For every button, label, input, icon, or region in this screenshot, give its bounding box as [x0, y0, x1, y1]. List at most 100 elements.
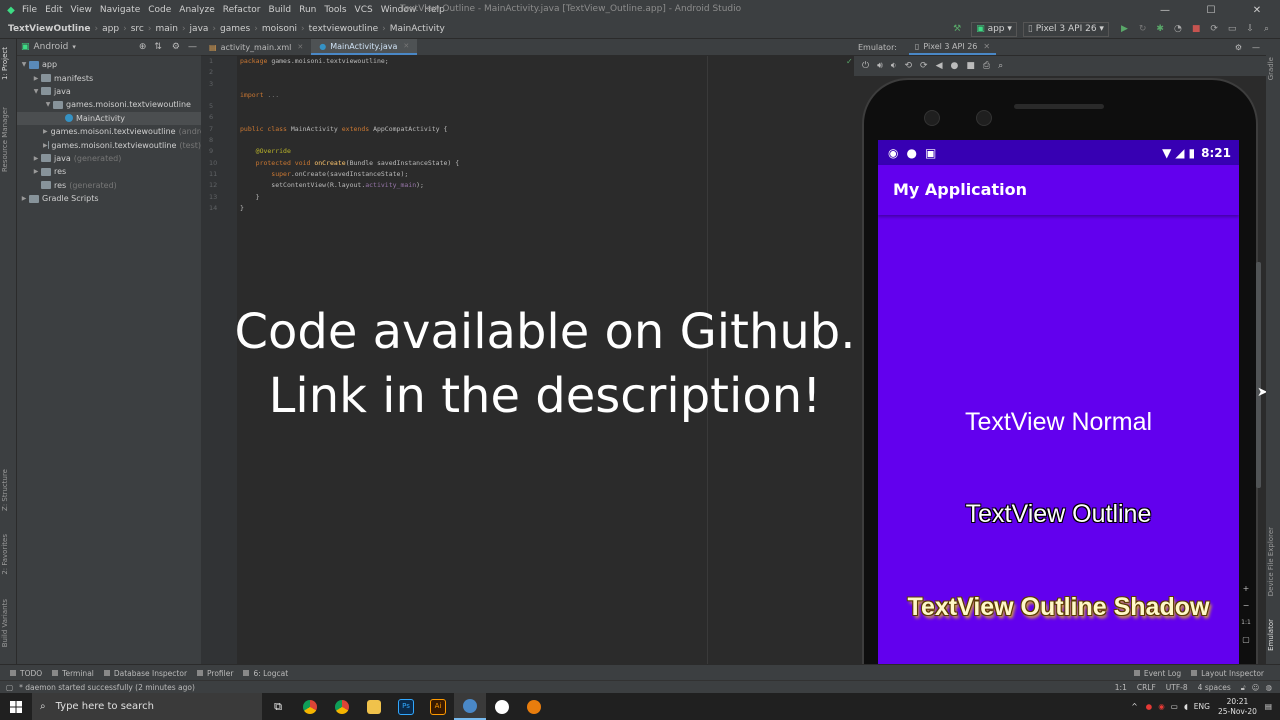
bottom-tab[interactable]: Database Inspector: [103, 669, 187, 678]
gear-icon[interactable]: ⚙: [172, 42, 180, 52]
menu-item-view[interactable]: View: [71, 5, 92, 15]
emulator-hide-icon[interactable]: —: [1252, 43, 1260, 52]
editor-tab[interactable]: ▤ activity_main.xml ✕: [201, 39, 311, 55]
unreal-engine-icon[interactable]: [486, 693, 518, 720]
code-line[interactable]: @Override: [240, 146, 850, 157]
collapsed-arrow-icon[interactable]: ▶: [43, 128, 48, 135]
close-tab-icon[interactable]: ✕: [403, 42, 409, 50]
zoom-in-icon[interactable]: +: [1239, 580, 1253, 597]
tray-record-icon[interactable]: ●: [1146, 702, 1153, 711]
android-studio-task-icon[interactable]: [454, 693, 486, 720]
collapsed-arrow-icon[interactable]: ▶: [31, 168, 41, 175]
menu-item-vcs[interactable]: VCS: [355, 5, 373, 15]
hammer-icon[interactable]: ⚒: [953, 24, 961, 34]
project-view-select[interactable]: Android: [34, 42, 69, 52]
tab-project[interactable]: 1: Project: [1, 47, 9, 80]
breadcrumb-item[interactable]: moisoni: [262, 24, 297, 34]
tab-build-variants[interactable]: Build Variants: [1, 599, 9, 647]
chrome-profile-icon[interactable]: [326, 693, 358, 720]
screenshot-icon[interactable]: ⎙: [983, 61, 990, 71]
code-line[interactable]: super.onCreate(savedInstanceState);: [240, 169, 850, 180]
tab-emulator[interactable]: Emulator: [1267, 619, 1275, 651]
file-explorer-icon[interactable]: [358, 693, 390, 720]
bottom-right-tab[interactable]: Layout Inspector: [1191, 669, 1264, 678]
collapsed-arrow-icon[interactable]: ▶: [31, 75, 41, 82]
menu-item-analyze[interactable]: Analyze: [179, 5, 214, 15]
file-encoding[interactable]: UTF-8: [1166, 683, 1188, 692]
lock-icon[interactable]: 🔓︎: [1241, 683, 1246, 693]
indent-setting[interactable]: 4 spaces: [1198, 683, 1231, 692]
code-line[interactable]: [240, 101, 850, 112]
collapsed-arrow-icon[interactable]: ▶: [43, 142, 48, 149]
illustrator-icon[interactable]: Ai: [422, 693, 454, 720]
breadcrumb-item[interactable]: main: [155, 24, 178, 34]
bottom-tab[interactable]: Profiler: [197, 669, 233, 678]
menu-item-refactor[interactable]: Refactor: [223, 5, 261, 15]
tree-item[interactable]: ▶ games.moisoni.textviewoutline (test): [17, 138, 201, 151]
close-icon[interactable]: ✕: [1234, 5, 1280, 16]
windows-start-icon[interactable]: [0, 693, 32, 720]
collapse-icon[interactable]: ⇅: [154, 42, 162, 52]
chevron-down-icon[interactable]: ▾: [72, 43, 76, 51]
collapsed-arrow-icon[interactable]: ▶: [19, 195, 29, 202]
maximize-icon[interactable]: ☐: [1188, 5, 1234, 16]
tree-item[interactable]: ▼ app: [17, 58, 201, 71]
bottom-tab[interactable]: TODO: [10, 669, 42, 678]
line-separator[interactable]: CRLF: [1137, 683, 1156, 692]
status-toggle-icon[interactable]: ▢: [6, 683, 13, 692]
sync-icon[interactable]: ⟳: [1210, 24, 1218, 34]
tree-item[interactable]: MainActivity: [17, 111, 201, 125]
tray-language[interactable]: ENG: [1194, 702, 1210, 711]
code-line[interactable]: public class MainActivity extends AppCom…: [240, 124, 850, 135]
tab-gradle[interactable]: Gradle: [1267, 57, 1275, 80]
locate-icon[interactable]: ⊕: [139, 42, 147, 52]
code-line[interactable]: [240, 112, 850, 123]
tab-structure[interactable]: Z: Structure: [1, 469, 9, 511]
breadcrumb-item[interactable]: app: [102, 24, 119, 34]
tree-item[interactable]: ▶ games.moisoni.textviewoutline (andro: [17, 125, 205, 138]
code-line[interactable]: setContentView(R.layout.activity_main);: [240, 180, 850, 191]
run-icon[interactable]: ▶: [1121, 24, 1128, 34]
emulator-scrollbar[interactable]: [1256, 262, 1261, 488]
close-tab-icon[interactable]: ✕: [297, 43, 303, 51]
code-line[interactable]: [240, 67, 850, 78]
tree-item[interactable]: ▼ java: [17, 85, 201, 98]
tree-item[interactable]: ▶ Gradle Scripts: [17, 192, 201, 205]
memory-icon[interactable]: ◍: [1265, 683, 1272, 692]
emulator-gear-icon[interactable]: ⚙: [1235, 43, 1242, 52]
emulator-device-tab[interactable]: ▯ Pixel 3 API 26 ✕: [908, 39, 997, 55]
tray-clock[interactable]: 20:21 25-Nov-20: [1218, 697, 1257, 717]
menu-item-file[interactable]: File: [22, 5, 37, 15]
home-icon[interactable]: ●: [950, 61, 958, 71]
apply-changes-icon[interactable]: ↻: [1139, 24, 1147, 34]
menu-item-tools[interactable]: Tools: [324, 5, 346, 15]
run-config-select[interactable]: ▣ app ▾: [971, 21, 1017, 37]
task-view-icon[interactable]: ⧉: [262, 693, 294, 720]
tab-resource-manager[interactable]: Resource Manager: [1, 107, 9, 172]
breadcrumb-item[interactable]: src: [131, 24, 144, 34]
rotate-left-icon[interactable]: ⟲: [904, 61, 912, 71]
breadcrumb-item[interactable]: games: [220, 24, 250, 34]
taskbar-search-input[interactable]: ⌕ Type here to search: [32, 693, 262, 720]
stop-icon[interactable]: ■: [1192, 24, 1201, 34]
tray-network-icon[interactable]: ▭: [1171, 702, 1178, 711]
tree-item[interactable]: ▶ java (generated): [17, 152, 201, 165]
tray-app-icon[interactable]: ◉: [1158, 702, 1165, 711]
overview-icon[interactable]: ■: [966, 61, 975, 71]
inspector-icon[interactable]: ☺: [1252, 683, 1260, 692]
volume-down-icon[interactable]: 🔉︎: [891, 61, 897, 71]
menu-item-run[interactable]: Run: [299, 5, 316, 15]
debug-icon[interactable]: ✱: [1156, 24, 1164, 34]
tree-item[interactable]: ▶ manifests: [17, 71, 201, 84]
breadcrumb-item[interactable]: TextViewOutline: [8, 24, 91, 34]
code-line[interactable]: [240, 79, 850, 90]
bottom-tab[interactable]: 6: Logcat: [243, 669, 288, 678]
breadcrumb-item[interactable]: java: [190, 24, 209, 34]
breadcrumb-item[interactable]: MainActivity: [390, 24, 445, 34]
avd-manager-icon[interactable]: ▭: [1228, 24, 1237, 34]
power-icon[interactable]: ⏻: [862, 61, 869, 71]
zoom-icon[interactable]: ⌕: [998, 61, 1003, 71]
photoshop-icon[interactable]: Ps: [390, 693, 422, 720]
code-line[interactable]: package games.moisoni.textviewoutline;: [240, 56, 850, 67]
search-icon[interactable]: ⌕: [1264, 24, 1269, 34]
